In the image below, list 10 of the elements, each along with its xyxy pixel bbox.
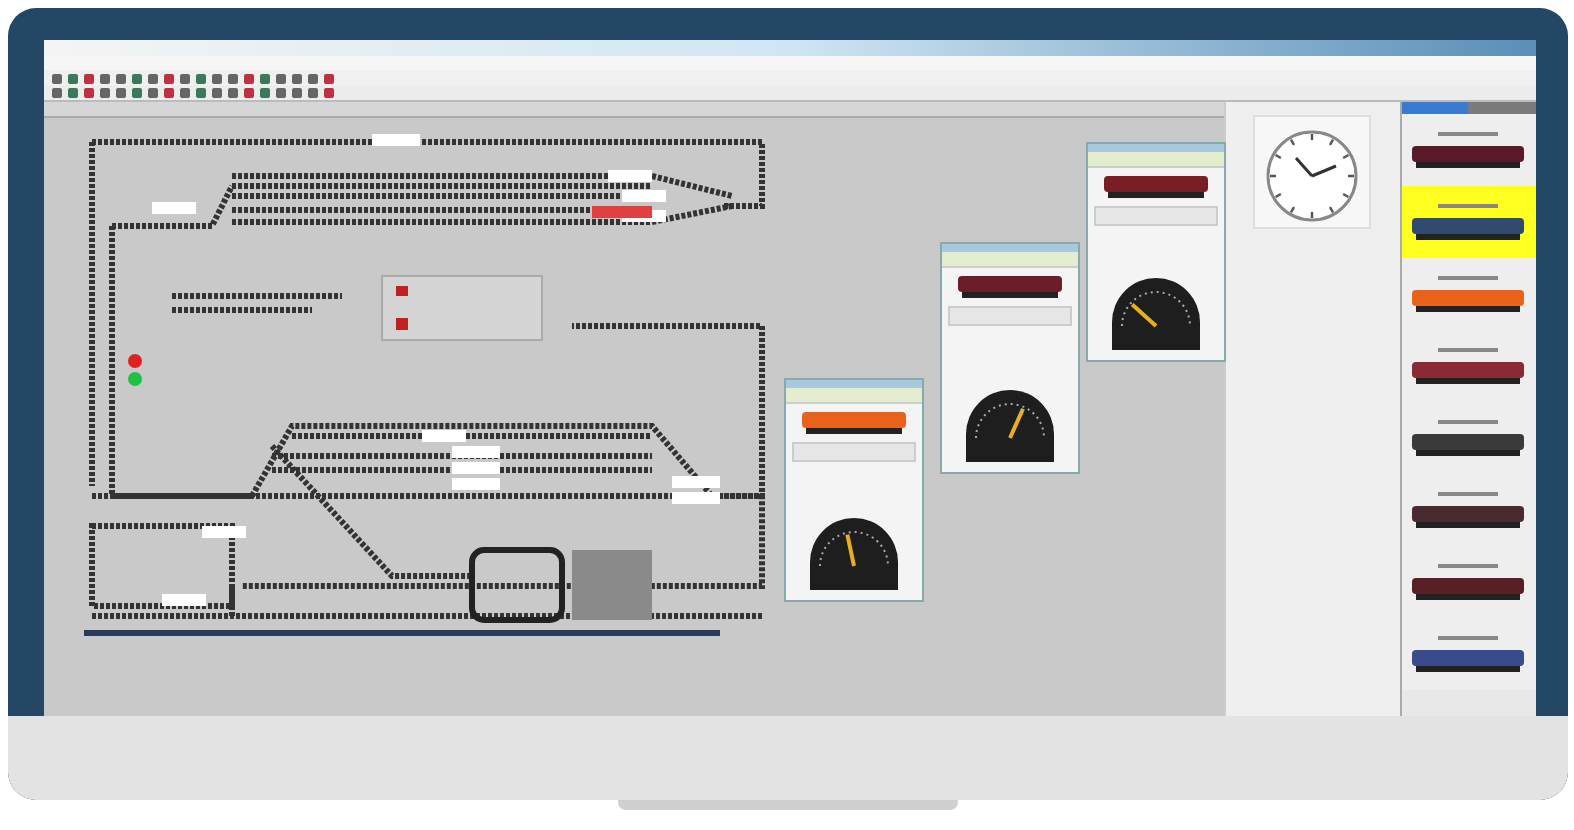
throttle-title-bar — [1087, 144, 1223, 152]
throttle-display — [785, 388, 921, 404]
throttle-title-bar — [785, 380, 921, 388]
clock-drawing — [1252, 114, 1372, 230]
locomotive-list-item[interactable] — [1401, 114, 1535, 186]
locomotive-list-item[interactable] — [1401, 186, 1535, 258]
locomotive-list-item[interactable] — [1401, 618, 1535, 690]
throttle-title-bar — [941, 244, 1077, 252]
throttle-display — [941, 252, 1077, 268]
locomotive-list-item[interactable] — [1401, 258, 1535, 330]
